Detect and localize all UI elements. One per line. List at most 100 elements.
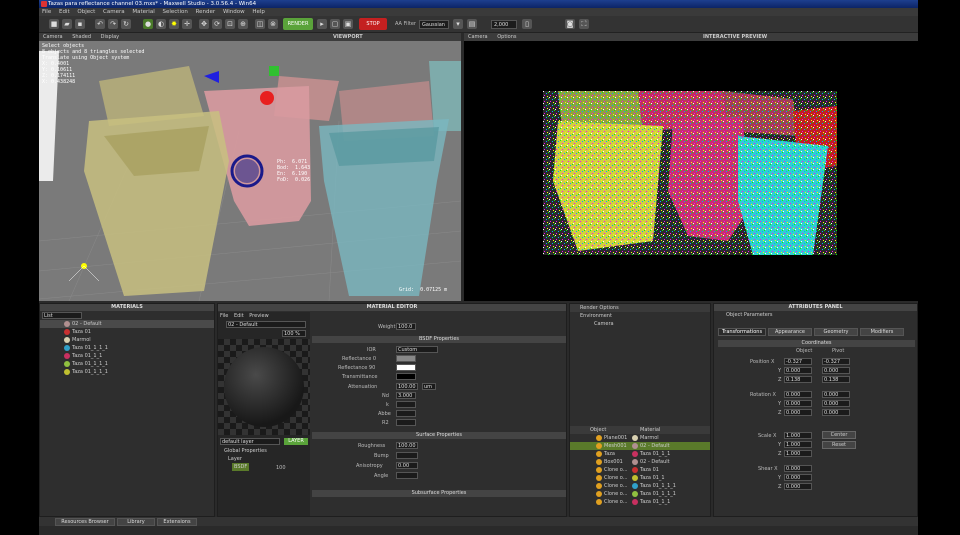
emitter-icon[interactable]: ✸ <box>169 19 179 29</box>
pivot-rotation-y-field[interactable]: 0.000 <box>822 400 850 407</box>
resolution-field[interactable]: 2,000 <box>491 20 517 29</box>
material-item[interactable]: Marmol <box>40 336 214 344</box>
move-icon[interactable]: ✥ <box>199 19 209 29</box>
pivot-position-x-field[interactable]: -0.327 <box>822 358 850 365</box>
lock-icon[interactable]: ▯ <box>522 19 532 29</box>
snap-icon[interactable]: ⊕ <box>238 19 248 29</box>
resources-browser-tab[interactable]: Resources Browser <box>55 518 115 526</box>
object-row[interactable]: Plane001 Marmol <box>570 434 710 442</box>
sphere-icon[interactable]: ● <box>143 19 153 29</box>
library-tab[interactable]: Library <box>117 518 155 526</box>
angle-field[interactable] <box>396 472 418 479</box>
attenuation-unit-select[interactable]: um <box>422 383 436 390</box>
weight-field[interactable]: 100.0 <box>396 323 416 330</box>
reset-button[interactable]: Reset <box>822 441 856 449</box>
redo-icon[interactable]: ↷ <box>108 19 118 29</box>
object-column-header[interactable]: Object <box>590 427 606 433</box>
scale-z-field[interactable]: 1.000 <box>784 450 812 457</box>
viewport-tab-display[interactable]: Display <box>101 34 119 40</box>
tab-transformations[interactable]: Transformations <box>718 328 766 336</box>
menu-render[interactable]: Render <box>196 9 216 15</box>
ior-select[interactable]: Custom <box>396 346 438 353</box>
split-view-icon[interactable]: ◫ <box>255 19 265 29</box>
object-row[interactable]: Clone o... Taza 01_1_1_1 <box>570 482 710 490</box>
position-x-field[interactable]: -0.327 <box>784 358 812 365</box>
menu-help[interactable]: Help <box>252 9 265 15</box>
material-item[interactable]: Taza 01 <box>40 328 214 336</box>
preview-zoom-select[interactable]: 100 % <box>282 330 306 337</box>
scale-icon[interactable]: ⊡ <box>225 19 235 29</box>
scene-camera[interactable]: Camera <box>570 320 710 328</box>
material-item-selected[interactable]: 02 - Default <box>40 320 214 328</box>
zoom-icon[interactable]: ⊗ <box>268 19 278 29</box>
pivot-rotation-x-field[interactable]: 0.000 <box>822 391 850 398</box>
preview-tab-camera[interactable]: Camera <box>468 34 488 40</box>
rotation-y-field[interactable]: 0.000 <box>784 400 812 407</box>
menu-selection[interactable]: Selection <box>162 9 187 15</box>
tree-bsdf[interactable]: BSDF <box>232 463 250 471</box>
interactive-render-icon[interactable]: ▣ <box>343 19 353 29</box>
surface-properties-header[interactable]: Surface Properties <box>312 432 566 439</box>
tab-geometry[interactable]: Geometry <box>814 328 858 336</box>
abbe-field[interactable] <box>396 410 416 417</box>
menu-camera[interactable]: Camera <box>103 9 125 15</box>
tree-global-properties[interactable]: Global Properties <box>224 447 267 455</box>
scene-render-options[interactable]: Render Options <box>570 304 710 312</box>
menu-window[interactable]: Window <box>223 9 245 15</box>
select-icon[interactable]: ✛ <box>182 19 192 29</box>
material-icon[interactable]: ◐ <box>156 19 166 29</box>
layer-name-field[interactable]: default layer <box>220 438 280 445</box>
nd-field[interactable]: 3.000 <box>396 392 416 399</box>
reflectance90-swatch[interactable] <box>396 364 416 371</box>
viewport-3d[interactable]: Select objects 8 objects and 8 triangles… <box>39 41 461 301</box>
menu-material[interactable]: Material <box>132 9 154 15</box>
object-row[interactable]: Clone o... Taza 01_1_1_1 <box>570 490 710 498</box>
material-name-field[interactable]: 02 - Default <box>226 321 306 328</box>
rotation-x-field[interactable]: 0.000 <box>784 391 812 398</box>
viewport-tab-shaded[interactable]: Shaded <box>72 34 91 40</box>
bump-field[interactable] <box>396 452 418 459</box>
rotation-z-field[interactable]: 0.000 <box>784 409 812 416</box>
add-layer-button[interactable]: LAYER <box>284 438 308 445</box>
roughness-field[interactable]: 100.00 <box>396 442 418 449</box>
material-item[interactable]: Taza 01_1_1 <box>40 352 214 360</box>
aa-filter-select[interactable]: Gaussian <box>419 20 449 29</box>
extensions-tab[interactable]: Extensions <box>157 518 197 526</box>
tab-modifiers[interactable]: Modifiers <box>860 328 904 336</box>
shear-x-field[interactable]: 0.000 <box>784 465 812 472</box>
object-row-selected[interactable]: Mesh001 02 - Default <box>570 442 710 450</box>
region-render-icon[interactable]: ▢ <box>330 19 340 29</box>
menu-object[interactable]: Object <box>77 9 95 15</box>
subsurface-properties-header[interactable]: Subsurface Properties <box>312 490 566 497</box>
stop-button[interactable]: STOP <box>359 18 387 30</box>
material-item[interactable]: Taza 01_1_1_1 <box>40 344 214 352</box>
material-column-header[interactable]: Material <box>640 426 660 434</box>
shear-z-field[interactable]: 0.000 <box>784 483 812 490</box>
pivot-position-y-field[interactable]: 0.000 <box>822 367 850 374</box>
tree-layer[interactable]: Layer <box>228 455 242 463</box>
position-y-field[interactable]: 0.000 <box>784 367 812 374</box>
render-button[interactable]: RENDER <box>283 18 313 30</box>
fullscreen-icon[interactable]: ⛶ <box>579 19 589 29</box>
attenuation-field[interactable]: 100.00 <box>396 383 418 390</box>
undo-icon[interactable]: ↶ <box>95 19 105 29</box>
k-field[interactable] <box>396 401 416 408</box>
refresh-icon[interactable]: ↻ <box>121 19 131 29</box>
bsdf-properties-header[interactable]: BSDF Properties <box>312 336 566 343</box>
anisotropy-field[interactable]: 0.00 <box>396 462 418 469</box>
object-row[interactable]: Clone o... Taza 01 <box>570 466 710 474</box>
save-icon[interactable]: ▪ <box>75 19 85 29</box>
object-row[interactable]: Taza Taza 01_1_1 <box>570 450 710 458</box>
layout-icon[interactable]: ▤ <box>467 19 477 29</box>
mateditor-menu-edit[interactable]: Edit <box>234 313 244 319</box>
open-icon[interactable]: ▰ <box>62 19 72 29</box>
pivot-position-z-field[interactable]: 0.138 <box>822 376 850 383</box>
filter-options-icon[interactable]: ▾ <box>453 19 463 29</box>
scale-y-field[interactable]: 1.000 <box>784 441 812 448</box>
material-item[interactable]: Taza 01_1_1_1 <box>40 368 214 376</box>
materials-filter-select[interactable]: List <box>42 312 82 319</box>
center-button[interactable]: Center <box>822 431 856 439</box>
pivot-rotation-z-field[interactable]: 0.000 <box>822 409 850 416</box>
object-row[interactable]: Box001 02 - Default <box>570 458 710 466</box>
position-z-field[interactable]: 0.138 <box>784 376 812 383</box>
